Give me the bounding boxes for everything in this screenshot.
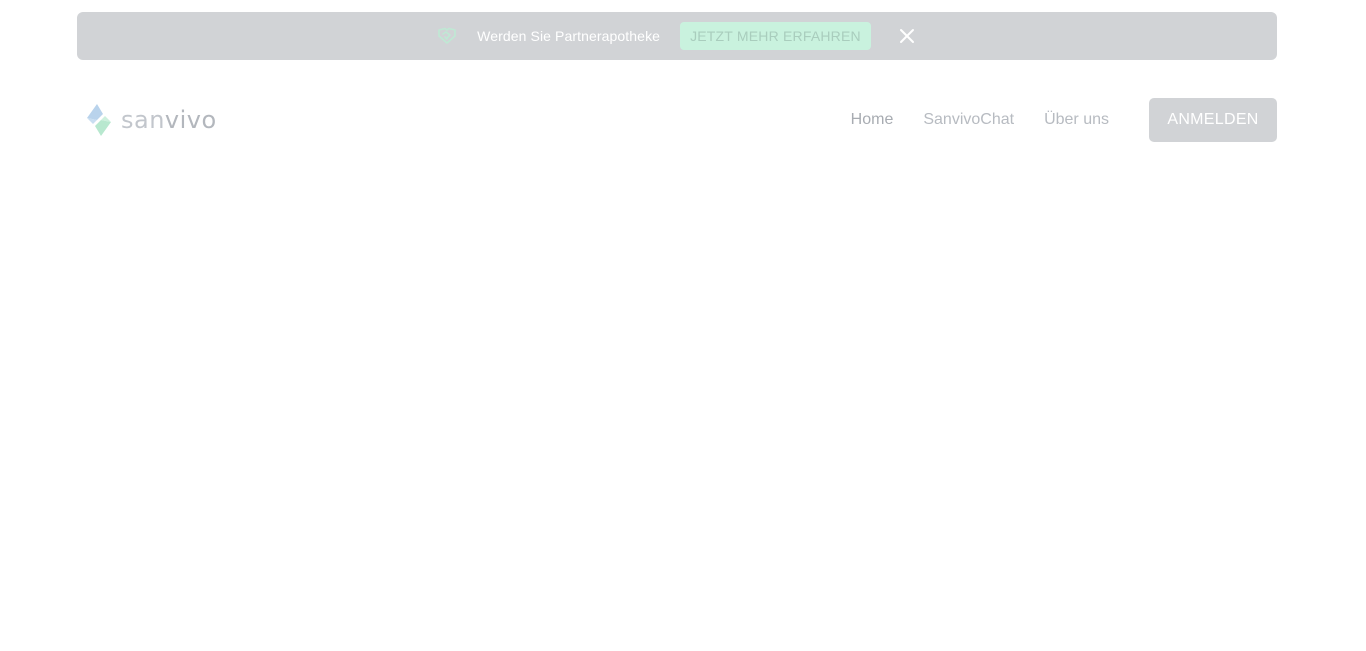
nav-link-home[interactable]: Home — [851, 111, 894, 129]
handshake-icon — [437, 26, 457, 46]
logo-wordmark: sanvivo — [121, 108, 217, 132]
sanvivo-logo[interactable]: sanvivo — [83, 102, 217, 138]
logo-wordmark-vivo: vivo — [164, 106, 217, 134]
nav-link-ueber-uns[interactable]: Über uns — [1044, 111, 1109, 129]
announcement-banner: Werden Sie Partnerapotheke JETZT MEHR ER… — [77, 12, 1277, 60]
logo-wordmark-san: san — [121, 106, 165, 134]
login-button[interactable]: ANMELDEN — [1149, 98, 1277, 142]
page: Werden Sie Partnerapotheke JETZT MEHR ER… — [0, 0, 1366, 651]
main-nav: Home SanvivoChat Über uns ANMELDEN — [851, 98, 1277, 142]
close-icon[interactable] — [897, 26, 917, 46]
nav-link-sanvivochat[interactable]: SanvivoChat — [923, 111, 1014, 129]
sanvivo-logo-mark — [87, 104, 111, 136]
banner-text: Werden Sie Partnerapotheke — [477, 28, 661, 44]
learn-more-button[interactable]: JETZT MEHR ERFAHREN — [680, 22, 871, 50]
site-header: sanvivo Home SanvivoChat Über uns ANMELD… — [77, 98, 1277, 142]
